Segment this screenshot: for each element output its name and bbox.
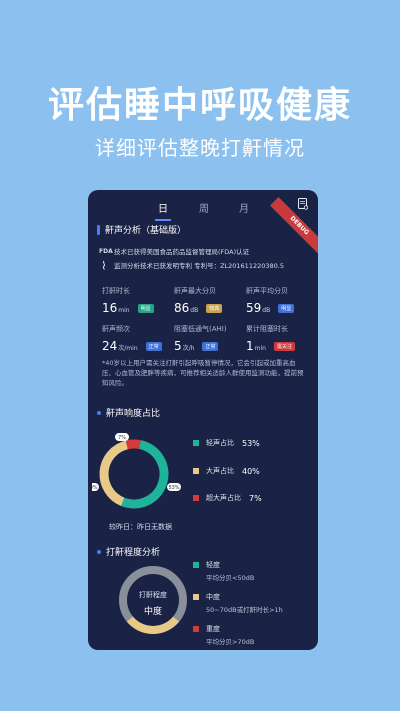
severity-level-item: 轻度平均分贝<50dB (193, 560, 254, 582)
legend-label: 轻声占比 (206, 439, 234, 447)
section-dot (97, 549, 101, 554)
gauge-arc-moderate (126, 616, 180, 634)
metric-value: 1 (246, 339, 254, 353)
metric-badge: 明显 (137, 304, 154, 313)
loudness-header: 鼾声响度占比 (97, 406, 160, 419)
metric-item: 鼾声平均分贝 59 dB 明显 (246, 286, 295, 315)
metric-item: 累计阻塞时长 1 min 需关注 (246, 324, 295, 353)
metric-value: 86 (174, 301, 190, 315)
legend-item: 大声占比 40% (193, 466, 260, 476)
analysis-title: 鼾声分析（基础版） (105, 226, 187, 236)
metric-item: 阻塞低通气(AHI) 5 次/h 正常 (174, 324, 227, 353)
donut-slice-xloud (125, 439, 141, 450)
legend-swatch (193, 468, 199, 474)
level-swatch (193, 594, 199, 600)
tab-day[interactable]: 日 (151, 200, 175, 215)
analysis-header: 鼾声分析（基础版） (97, 223, 186, 236)
metric-item: 打鼾时长 16 min 明显 (102, 286, 154, 315)
legend-percent: 53% (242, 438, 260, 448)
metric-unit: min (254, 345, 266, 352)
legend-item: 超大声占比 7% (193, 493, 262, 503)
level-desc: 平均分贝<50dB (206, 574, 255, 582)
severity-title: 打鼾程度分析 (106, 548, 161, 558)
donut-slice-loud (99, 440, 129, 506)
tab-underline (155, 219, 171, 221)
metric-item: 鼾声最大分贝 86 dB 较高 (174, 286, 223, 315)
level-desc: 50~70dB或打鼾时长>1h (206, 606, 283, 614)
legend-percent: 7% (249, 493, 262, 503)
level-swatch (193, 626, 199, 632)
metric-badge: 正常 (202, 342, 219, 351)
tab-month[interactable]: 月 (232, 200, 256, 215)
level-desc: 平均分贝>70dB (206, 638, 255, 646)
legend-label: 大声占比 (206, 467, 234, 475)
report-icon[interactable] (298, 198, 308, 210)
level-name: 轻度 (206, 561, 220, 569)
gauge-level: 中度 (143, 607, 162, 617)
metric-label: 累计阻塞时长 (246, 325, 288, 333)
metric-unit: 次/h (182, 345, 195, 352)
metric-unit: 次/min (118, 345, 138, 352)
legend-percent: 40% (242, 466, 260, 476)
metric-badge: 明显 (278, 304, 295, 313)
phone-screen: 日 周 月 DEBUG 鼾声分析（基础版） FDA 技术已获得美国食品药品监督管… (88, 190, 318, 650)
metric-label: 鼾声平均分贝 (246, 287, 288, 295)
donut-slice-light (121, 440, 169, 509)
metric-badge: 需关注 (273, 342, 295, 351)
metric-value: 5 (174, 339, 182, 353)
metric-value: 16 (102, 301, 118, 315)
metric-label: 打鼾时长 (102, 287, 130, 295)
metric-value: 24 (102, 339, 118, 353)
legend-item: 轻声占比 53% (193, 438, 260, 448)
level-swatch (193, 562, 199, 568)
patent-text: 监测分析技术已获发明专利 专利号：ZL201611220380.5 (114, 262, 284, 270)
legend-label: 超大声占比 (206, 494, 241, 502)
metric-label: 鼾声频次 (102, 325, 130, 333)
severity-header: 打鼾程度分析 (97, 545, 160, 558)
tab-week[interactable]: 周 (192, 200, 216, 215)
patent-cert: 监测分析技术已获发明专利 专利号：ZL201611220380.5 (99, 260, 284, 270)
gauge-caption: 打鼾程度 中度 (103, 590, 203, 617)
metric-unit: min (118, 307, 130, 314)
hero-subtitle: 详细评估整晚打鼾情况 (95, 136, 305, 160)
metric-item: 鼾声频次 24 次/min 正常 (102, 324, 162, 353)
fda-cert: FDA 技术已获得美国食品药品监督管理局(FDA)认证 (99, 246, 250, 257)
severity-level-item: 重度平均分贝>70dB (193, 624, 254, 646)
donut-label-loud: 40% (92, 485, 98, 491)
legend-swatch (193, 440, 199, 446)
patent-icon (102, 260, 106, 270)
level-name: 重度 (206, 625, 220, 633)
metric-value-row: 16 min 明显 (102, 301, 154, 315)
metric-value-row: 86 dB 较高 (174, 301, 223, 315)
health-note: *40岁以上用户需关注打鼾引起呼吸暂停情况，它会引起或加重高血压、心血管及肥胖等… (102, 359, 304, 387)
compare-yesterday: 较昨日：昨日无数据 (109, 523, 172, 531)
metric-unit: dB (262, 307, 271, 314)
section-marker (97, 224, 100, 235)
donut-label-xloud: 7% (118, 435, 126, 441)
metric-badge: 正常 (145, 342, 162, 351)
metric-label: 阻塞低通气(AHI) (174, 325, 227, 333)
metric-value-row: 24 次/min 正常 (102, 339, 162, 353)
level-name: 中度 (206, 593, 220, 601)
metric-unit: dB (190, 307, 199, 314)
metric-badge: 较高 (206, 304, 223, 313)
metric-label: 鼾声最大分贝 (174, 287, 216, 295)
legend-swatch (193, 495, 199, 501)
loudness-title: 鼾声响度占比 (106, 409, 161, 419)
fda-icon: FDA (99, 247, 113, 255)
metric-value: 59 (246, 301, 262, 315)
hero-title: 评估睡中呼吸健康 (47, 85, 352, 126)
severity-level-item: 中度 50~70dB或打鼾时长>1h (193, 592, 283, 614)
gauge-label: 打鼾程度 (139, 591, 167, 599)
section-dot (97, 410, 101, 415)
fda-text: 技术已获得美国食品药品监督管理局(FDA)认证 (114, 248, 250, 256)
metric-value-row: 5 次/h 正常 (174, 339, 227, 353)
metric-value-row: 59 dB 明显 (246, 301, 295, 315)
donut-label-light: 53% (168, 485, 179, 491)
metric-value-row: 1 min 需关注 (246, 339, 295, 353)
